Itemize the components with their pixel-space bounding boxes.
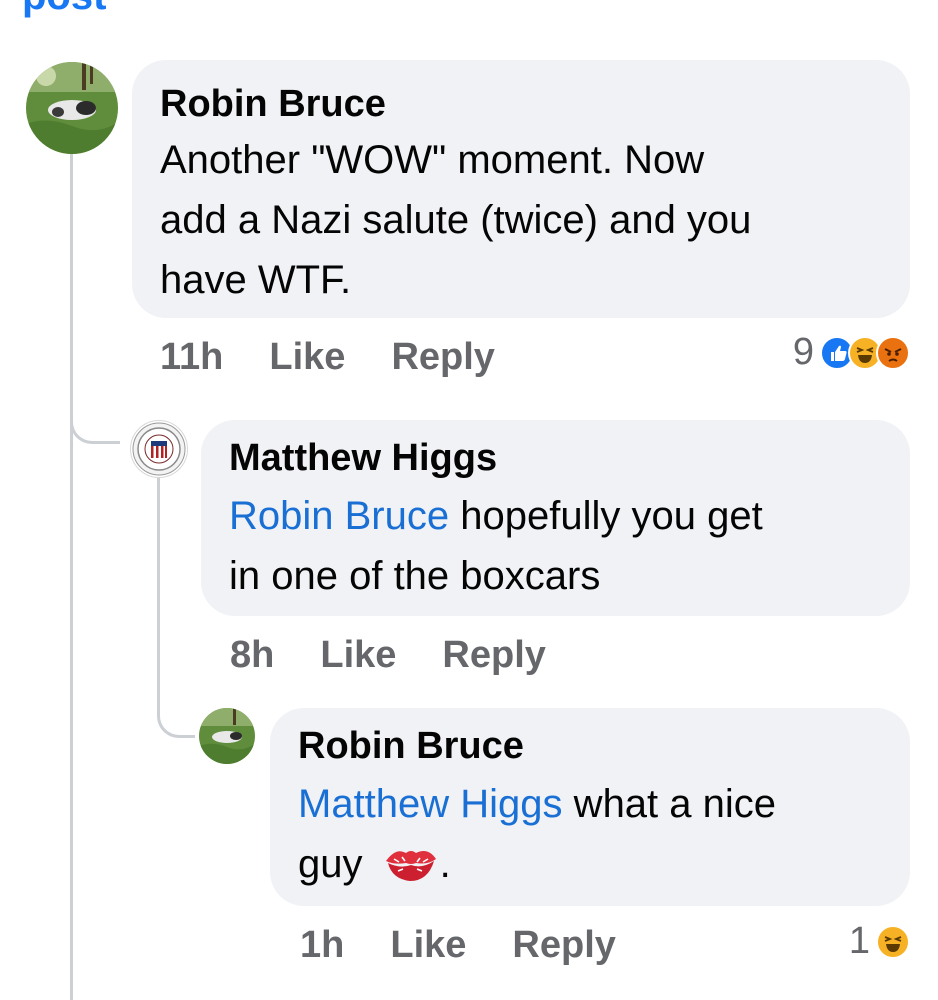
reaction-count: 9 [792,331,814,373]
reaction-summary-1[interactable]: 9 [793,331,910,374]
mention-link[interactable]: Matthew Higgs [298,782,563,826]
comment-timestamp[interactable]: 11h [160,336,223,379]
reply-button[interactable]: Reply [391,336,494,379]
avatar-robin-bruce[interactable] [199,708,255,764]
reaction-summary-3[interactable]: 1 [849,920,910,963]
comment-text: Another "WOW" moment. Now add a Nazi sal… [160,138,752,302]
comment-timestamp[interactable]: 8h [230,634,274,677]
thread-line-main [70,150,73,1000]
comment-actions-3: 1h Like Reply [300,924,616,967]
comment-actions-2: 8h Like Reply [230,634,546,677]
comment-author[interactable]: Matthew Higgs [229,436,882,480]
haha-icon [876,924,910,959]
seal-icon [132,422,186,476]
avatar-matthew-higgs[interactable] [130,420,188,478]
like-button[interactable]: Like [320,634,396,677]
comment-text: Matthew Higgs what a nice guy . [298,782,777,886]
comment-bubble-2: Matthew Higgs Robin Bruce hopefully you … [201,420,910,616]
reaction-count: 1 [848,920,870,962]
avatar-robin-bruce[interactable] [26,62,118,154]
angry-icon [876,335,910,370]
thread-line-sub [157,478,160,708]
comment-author[interactable]: Robin Bruce [298,724,882,768]
comment-text: Robin Bruce hopefully you get in one of … [229,494,763,598]
reply-button[interactable]: Reply [442,634,545,677]
comment-bubble-1: Robin Bruce Another "WOW" moment. Now ad… [132,60,910,318]
comment-bubble-3: Robin Bruce Matthew Higgs what a nice gu… [270,708,910,906]
reply-button[interactable]: Reply [512,924,615,967]
comment-timestamp[interactable]: 1h [300,924,344,967]
like-button[interactable]: Like [390,924,466,967]
post-link[interactable]: post [22,0,106,19]
kiss-lips-icon [385,851,436,881]
comment-author[interactable]: Robin Bruce [160,82,882,126]
thread-branch-2-curve [157,690,195,738]
comment-actions-1: 11h Like Reply [160,336,495,379]
thread-branch-1-curve [70,400,120,444]
like-button[interactable]: Like [269,336,345,379]
mention-link[interactable]: Robin Bruce [229,494,449,538]
